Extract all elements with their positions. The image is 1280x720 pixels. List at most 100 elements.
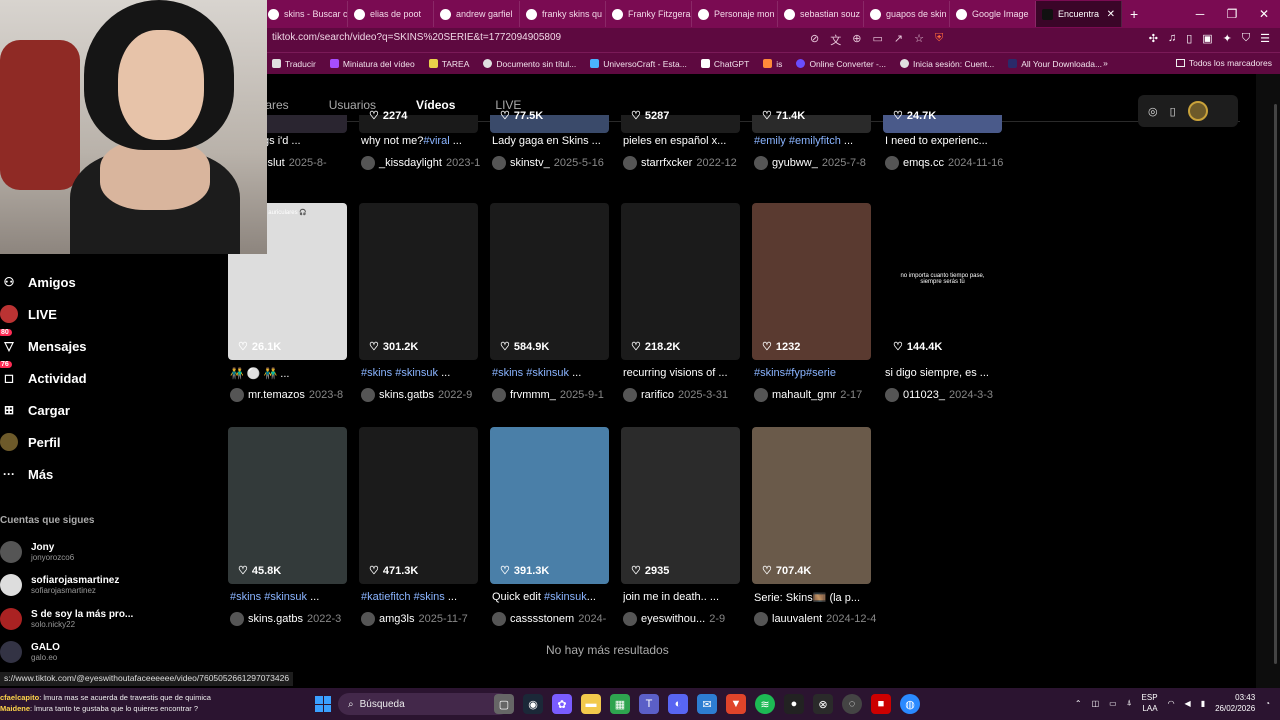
sidebar-item-mas[interactable]: ··· Más — [0, 458, 230, 490]
video-description[interactable]: #skins #skinsuk ... — [361, 367, 489, 379]
browser-tab[interactable]: elias de poot — [348, 1, 434, 27]
close-window-icon[interactable]: ✕ — [1248, 7, 1280, 21]
video-description[interactable]: si digo siempre, es ... — [885, 367, 1013, 379]
compass-icon[interactable]: ◎ — [1148, 105, 1158, 118]
video-author[interactable]: mr.temazos 2023-8 — [230, 388, 360, 402]
video-description[interactable]: #skins#fyp#serie — [754, 367, 882, 379]
video-description[interactable]: Lady gaga en Skins ... — [492, 135, 620, 147]
maximize-icon[interactable]: ❐ — [1216, 7, 1248, 21]
windows-start-icon[interactable] — [315, 696, 331, 712]
browser-tab[interactable]: sebastian souz — [778, 1, 864, 27]
all-bookmarks-button[interactable]: » Todos los marcadores — [1103, 58, 1272, 68]
bookmark-item[interactable]: ChatGPT — [700, 59, 749, 69]
video-description[interactable]: Serie: Skins🎞️ (la p... — [754, 591, 882, 604]
video-description[interactable]: join me in death.. ... — [623, 591, 751, 603]
excel-icon[interactable]: ▦ — [610, 694, 630, 714]
video-description[interactable]: #katiefitch #skins ... — [361, 591, 489, 603]
zoom-icon[interactable]: ⊕ — [852, 32, 861, 48]
video-author[interactable]: amg3ls 2025-11-7 — [361, 612, 491, 626]
video-thumbnail[interactable] — [621, 427, 740, 584]
brave-shield-icon[interactable]: ⛨ — [935, 32, 943, 48]
xbox-icon[interactable]: ⊗ — [813, 694, 833, 714]
video-thumbnail[interactable] — [490, 427, 609, 584]
video-author[interactable]: gyubww_ 2025-7-8 — [754, 156, 884, 170]
following-item[interactable]: S de soy la más pro... solo.nicky22 — [0, 608, 133, 630]
taskbar-clock[interactable]: 03:43 26/02/2026 — [1215, 692, 1255, 714]
media-icon[interactable]: ♫ — [1168, 32, 1176, 45]
cast-icon[interactable]: ▭ — [872, 32, 882, 48]
video-description[interactable]: why not me?#viral ... — [361, 135, 489, 147]
outlook-icon[interactable]: ✉ — [697, 694, 717, 714]
bookmark-item[interactable]: Inicia sesión: Cuent... — [899, 59, 994, 69]
video-author[interactable]: starrfxcker 2022-12 — [623, 156, 753, 170]
mic-icon[interactable]: ⍋ — [1127, 698, 1132, 708]
bookmark-star-icon[interactable]: ☆ — [914, 32, 924, 48]
bookmark-item[interactable]: All Your Downloada... — [1008, 59, 1102, 69]
extensions-icon[interactable]: ✣ — [1149, 32, 1158, 45]
video-thumbnail[interactable] — [621, 203, 740, 360]
video-thumbnail[interactable] — [359, 427, 478, 584]
scrollbar-thumb[interactable] — [1274, 104, 1277, 664]
bookmark-item[interactable]: Documento sin títul... — [483, 59, 576, 69]
minimize-icon[interactable]: ─ — [1184, 7, 1216, 21]
browser-tab[interactable]: guapos de skin — [864, 1, 950, 27]
video-author[interactable]: frvmmm_ 2025-9-1 — [492, 388, 622, 402]
vpn-icon[interactable]: ⛉ — [1242, 32, 1250, 45]
chevron-up-icon[interactable]: ⌃ — [1075, 699, 1082, 708]
browser-tab[interactable]: andrew garfiel — [434, 1, 520, 27]
sidebar-item-amigos[interactable]: ⚇ Amigos — [0, 266, 230, 298]
bookmark-item[interactable]: is — [763, 59, 782, 69]
video-thumbnail[interactable] — [228, 427, 347, 584]
following-item[interactable]: sofiarojasmartinez sofiarojasmartinez — [0, 574, 119, 596]
video-author[interactable]: skins.gatbs 2022-9 — [361, 388, 491, 402]
sidebar-item-live[interactable]: LIVE — [0, 298, 230, 330]
translate-icon[interactable]: 文 — [830, 32, 841, 48]
copilot-icon[interactable]: ✿ — [552, 694, 572, 714]
phone-icon[interactable]: ▯ — [1170, 105, 1176, 118]
file-explorer-icon[interactable]: ▬ — [581, 694, 601, 714]
app-icon[interactable]: ◌ — [842, 694, 862, 714]
url-field[interactable]: tiktok.com/search/video?q=SKINS%20SERIE&… — [272, 32, 561, 43]
avatar[interactable] — [1187, 101, 1208, 121]
bookmark-item[interactable]: Traducir — [272, 59, 316, 69]
video-description[interactable]: #skins #skinsuk ... — [230, 591, 358, 603]
browser-tab[interactable]: Google Image — [950, 1, 1036, 27]
network-icon[interactable]: ◫ — [1092, 699, 1100, 708]
browser-tab[interactable]: Personaje mon — [692, 1, 778, 27]
language-indicator[interactable]: ESP LAA — [1142, 692, 1158, 714]
wifi-icon[interactable]: ◠ — [1168, 699, 1175, 708]
taskbar-search[interactable]: ⌕ Búsqueda — [338, 693, 510, 715]
video-description[interactable]: I need to experienc... — [885, 135, 1013, 147]
sidebar-toggle-icon[interactable]: ▯ — [1186, 32, 1192, 45]
brave-icon[interactable]: ▼ — [726, 694, 746, 714]
video-author[interactable]: rarifico 2025-3-31 — [623, 388, 753, 402]
browser-tab[interactable]: skins - Buscar c — [262, 1, 348, 27]
browser-icon[interactable]: ◍ — [900, 694, 920, 714]
video-description[interactable]: #skins #skinsuk ... — [492, 367, 620, 379]
sidebar-item-mensajes[interactable]: ▽ 80 Mensajes — [0, 329, 230, 362]
display-icon[interactable]: ▭ — [1109, 699, 1117, 708]
task-view-icon[interactable]: ▢ — [494, 694, 514, 714]
discord-icon[interactable]: ◐ — [668, 694, 688, 714]
bookmark-item[interactable]: Miniatura del vídeo — [329, 59, 415, 69]
steam-icon[interactable]: ◉ — [523, 694, 543, 714]
leo-icon[interactable]: ✦ — [1223, 32, 1232, 45]
following-item[interactable]: Jony jonyorozco6 — [0, 541, 74, 563]
bookmark-item[interactable]: TAREA — [428, 59, 469, 69]
video-description[interactable]: Quick edit #skinsuk... — [492, 591, 620, 603]
video-thumbnail[interactable] — [752, 203, 871, 360]
page-scrollbar[interactable] — [1256, 74, 1280, 688]
video-author[interactable]: 011023_ 2024-3-3 — [885, 388, 1015, 402]
video-author[interactable]: emqs.cc 2024-11-16 — [885, 156, 1015, 170]
menu-icon[interactable]: ☰ — [1260, 32, 1270, 45]
share-icon[interactable]: ↗ — [894, 32, 903, 48]
video-description[interactable]: 👬 ⚪ 👬 ... — [230, 367, 358, 380]
app-icon[interactable]: ■ — [871, 694, 891, 714]
bookmark-item[interactable]: UniversoCraft - Esta... — [590, 59, 687, 69]
sidebar-item-cargar[interactable]: ⊞ Cargar — [0, 394, 230, 426]
obs-icon[interactable]: ● — [784, 694, 804, 714]
following-item[interactable]: GALO galo.eo — [0, 641, 60, 663]
video-author[interactable]: _kissdaylight 2023-1 — [361, 156, 491, 170]
sidebar-item-actividad[interactable]: ◻ 76 Actividad — [0, 361, 230, 394]
video-author[interactable]: skinstv_ 2025-5-16 — [492, 156, 622, 170]
